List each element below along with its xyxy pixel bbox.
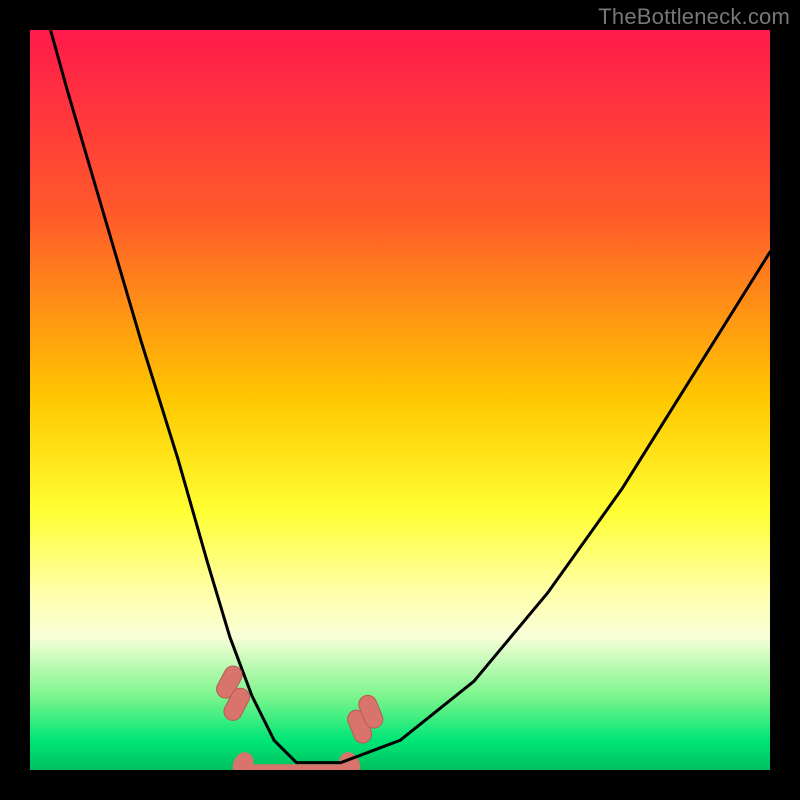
gradient-background [30, 30, 770, 770]
bottleneck-chart [30, 30, 770, 770]
chart-frame: TheBottleneck.com [0, 0, 800, 800]
chart-svg [30, 30, 770, 770]
watermark-text: TheBottleneck.com [598, 4, 790, 30]
